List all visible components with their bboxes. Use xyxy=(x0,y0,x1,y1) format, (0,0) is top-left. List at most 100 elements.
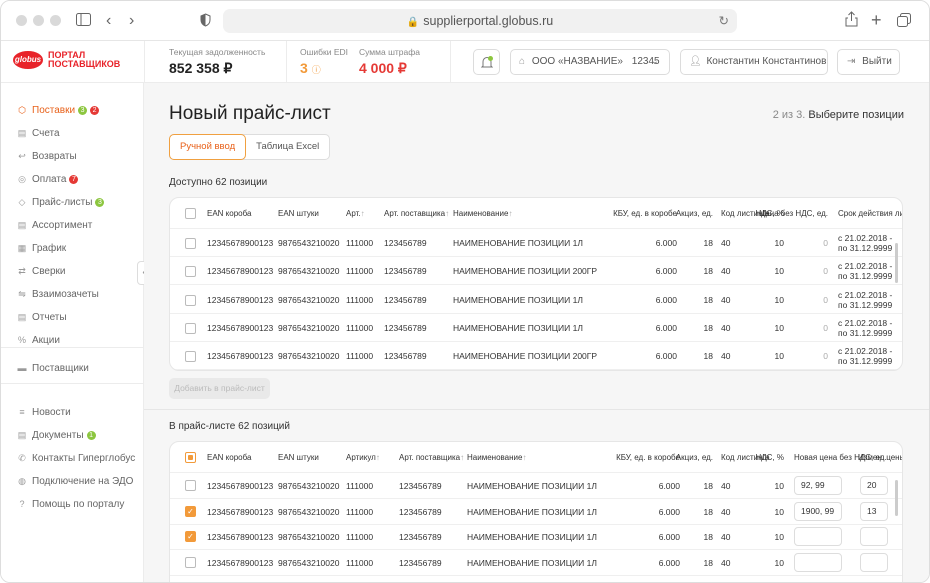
new-price-input[interactable] xyxy=(794,527,842,547)
new-tab-icon[interactable]: + xyxy=(871,10,882,31)
sidebar-item[interactable]: ✆ Контакты Гиперглобус xyxy=(17,450,135,466)
sidebar-item-label: Ассортимент xyxy=(32,220,93,231)
column-header-label: Акциз, ед. xyxy=(675,208,713,218)
price-change-input[interactable] xyxy=(860,553,888,573)
share-icon[interactable] xyxy=(845,11,858,30)
tabs-overview-icon[interactable] xyxy=(897,13,911,30)
globe-icon: ◍ xyxy=(18,476,26,486)
address-bar[interactable]: 🔒 supplierportal.globus.ru ↻ xyxy=(223,9,737,33)
sidebar-item[interactable]: ◇ Прайс-листы 3 xyxy=(17,194,105,210)
sidebar-item[interactable]: ⇄ Сверки xyxy=(17,263,65,279)
table-scrollbar[interactable] xyxy=(895,243,898,283)
tab-excel[interactable]: Таблица Excel xyxy=(246,135,329,159)
name-cell: НАИМЕНОВАНИЕ ПОЗИЦИИ 1Л xyxy=(467,506,597,517)
row-checkbox[interactable] xyxy=(185,557,196,569)
table-row: ✓ 12345678900123 9876543210020 111000 123456… xyxy=(170,499,902,525)
sidebar-item-label: Возвраты xyxy=(32,151,77,162)
sidebar-item[interactable]: ▦ График xyxy=(17,240,66,256)
sidebar-item[interactable]: ? Помощь по порталу xyxy=(17,496,124,512)
column-header[interactable]: Арт. поставщика ↑ xyxy=(384,198,449,229)
window-close-button[interactable] xyxy=(16,15,27,26)
bell-icon xyxy=(480,56,493,72)
browser-window: ‹ › 🔒 supplierportal.globus.ru ↻ + globus… xyxy=(0,0,930,583)
add-to-pricelist-button[interactable]: Добавить в прайс-лист xyxy=(169,378,270,399)
sidebar-item[interactable]: ≡ Новости xyxy=(17,404,70,420)
price-cell: 0 xyxy=(823,294,828,305)
ean-box-cell: 12345678900123 xyxy=(207,238,274,248)
name-cell: НАИМЕНОВАНИЕ ПОЗИЦИИ 1Л xyxy=(467,558,597,569)
column-header[interactable]: Арт. поставщика ↑ xyxy=(399,442,464,473)
new-price-input[interactable] xyxy=(794,553,842,573)
new-price-input[interactable]: 1900, 99 xyxy=(794,501,842,521)
fine-label: Сумма штрафа xyxy=(359,47,420,57)
sidebar-toggle-icon[interactable] xyxy=(76,13,91,29)
column-header: Измен. цены, % xyxy=(858,442,902,473)
tab-manual[interactable]: Ручной ввод xyxy=(169,134,247,160)
row-checkbox[interactable]: ✓ xyxy=(185,531,196,543)
row-checkbox[interactable] xyxy=(185,480,196,491)
shield-icon[interactable] xyxy=(200,13,211,30)
sidebar-item[interactable]: ▤ Отчеты xyxy=(17,309,67,325)
price-change-input[interactable] xyxy=(860,527,888,547)
window-minimize-button[interactable] xyxy=(33,15,44,26)
reload-icon[interactable]: ↻ xyxy=(719,9,729,33)
sort-icon[interactable]: ↑ xyxy=(460,453,464,463)
sidebar-item[interactable]: % Акции xyxy=(17,332,60,348)
validity-from: с 21.02.2018 - xyxy=(838,317,893,328)
sidebar-item[interactable]: ▬ Поставщики xyxy=(17,360,89,376)
notifications-button[interactable] xyxy=(473,49,500,75)
company-selector[interactable]: ⌂ ООО «НАЗВАНИЕ» 12345 ⌄ xyxy=(510,49,670,75)
new-price-input[interactable]: 92, 99 xyxy=(794,476,842,495)
column-header[interactable]: Артикул ↑ xyxy=(346,442,392,473)
sidebar-item[interactable]: ⇋ Взаимозачеты xyxy=(17,286,99,302)
sidebar-item[interactable]: ◍ Подключение на ЭДО xyxy=(17,473,133,489)
window-zoom-button[interactable] xyxy=(50,15,61,26)
sort-icon[interactable]: ↑ xyxy=(508,209,512,219)
sidebar-item[interactable]: ▤ Ассортимент xyxy=(17,217,93,233)
forward-icon[interactable]: › xyxy=(129,12,134,30)
sort-icon[interactable]: ↑ xyxy=(522,453,526,463)
debt-value: 852 358 ₽ xyxy=(169,60,233,76)
edi-errors-stat[interactable]: Ошибки EDI 3 ⓘ xyxy=(300,47,348,76)
sidebar-item[interactable]: ◎ Оплата 7 xyxy=(17,171,79,187)
row-checkbox[interactable] xyxy=(185,266,196,278)
row-checkbox[interactable] xyxy=(185,294,196,306)
table-row: 12345678900123 9876543210020 111000 1234567… xyxy=(170,550,902,577)
row-checkbox[interactable] xyxy=(185,351,196,363)
name-cell: НАИМЕНОВАНИЕ ПОЗИЦИИ 200ГР xyxy=(453,351,598,362)
column-header[interactable]: Наименование ↑ xyxy=(467,442,637,473)
select-all-checkbox[interactable] xyxy=(185,208,196,219)
column-header[interactable]: Арт. ↑ xyxy=(346,198,380,229)
sort-icon[interactable]: ↑ xyxy=(361,209,365,219)
count-badge: 1 xyxy=(86,430,96,440)
vat-cell: 10 xyxy=(774,266,784,277)
ean-unit-cell: 9876543210020 xyxy=(278,322,340,333)
sort-icon[interactable]: ↑ xyxy=(445,209,449,219)
name-cell: НАИМЕНОВАНИЕ ПОЗИЦИИ 200ГР xyxy=(453,266,598,277)
row-checkbox[interactable]: ✓ xyxy=(185,505,196,517)
globus-logo[interactable]: globus ПОРТАЛ ПОСТАВЩИКОВ xyxy=(13,51,120,69)
list-icon: ≡ xyxy=(19,407,25,417)
sidebar-item[interactable]: ▤ Счета xyxy=(17,125,60,141)
sidebar-item-label: Документы xyxy=(32,430,84,441)
logout-button[interactable]: ⇥ Выйти xyxy=(837,49,900,75)
excise-cell: 18 xyxy=(703,506,713,517)
row-checkbox[interactable] xyxy=(185,322,196,334)
table-scrollbar[interactable] xyxy=(895,480,898,516)
back-icon[interactable]: ‹ xyxy=(106,12,111,30)
sort-icon[interactable]: ↑ xyxy=(376,453,380,463)
excise-cell: 18 xyxy=(703,294,713,305)
price-change-input[interactable]: 20 xyxy=(860,476,888,495)
count-badge: 2 xyxy=(90,105,100,115)
sidebar-item[interactable]: ↩ Возвраты xyxy=(17,148,77,164)
select-all-checkbox[interactable] xyxy=(185,452,196,463)
step-number: 2 из 3. xyxy=(772,109,806,121)
row-checkbox[interactable] xyxy=(185,238,196,249)
sidebar-item[interactable]: ▤ Документы 1 xyxy=(17,427,96,443)
column-header[interactable]: Наименование ↑ xyxy=(453,198,633,229)
sidebar-item[interactable]: ⬡ Поставки 3 2 xyxy=(17,102,100,118)
price-change-input[interactable]: 13 xyxy=(860,501,888,521)
logout-icon: ⇥ xyxy=(847,56,856,67)
kbu-cell: 6.000 xyxy=(658,506,680,517)
user-profile-button[interactable]: 👤︎ Константин Константинов xyxy=(680,49,828,75)
